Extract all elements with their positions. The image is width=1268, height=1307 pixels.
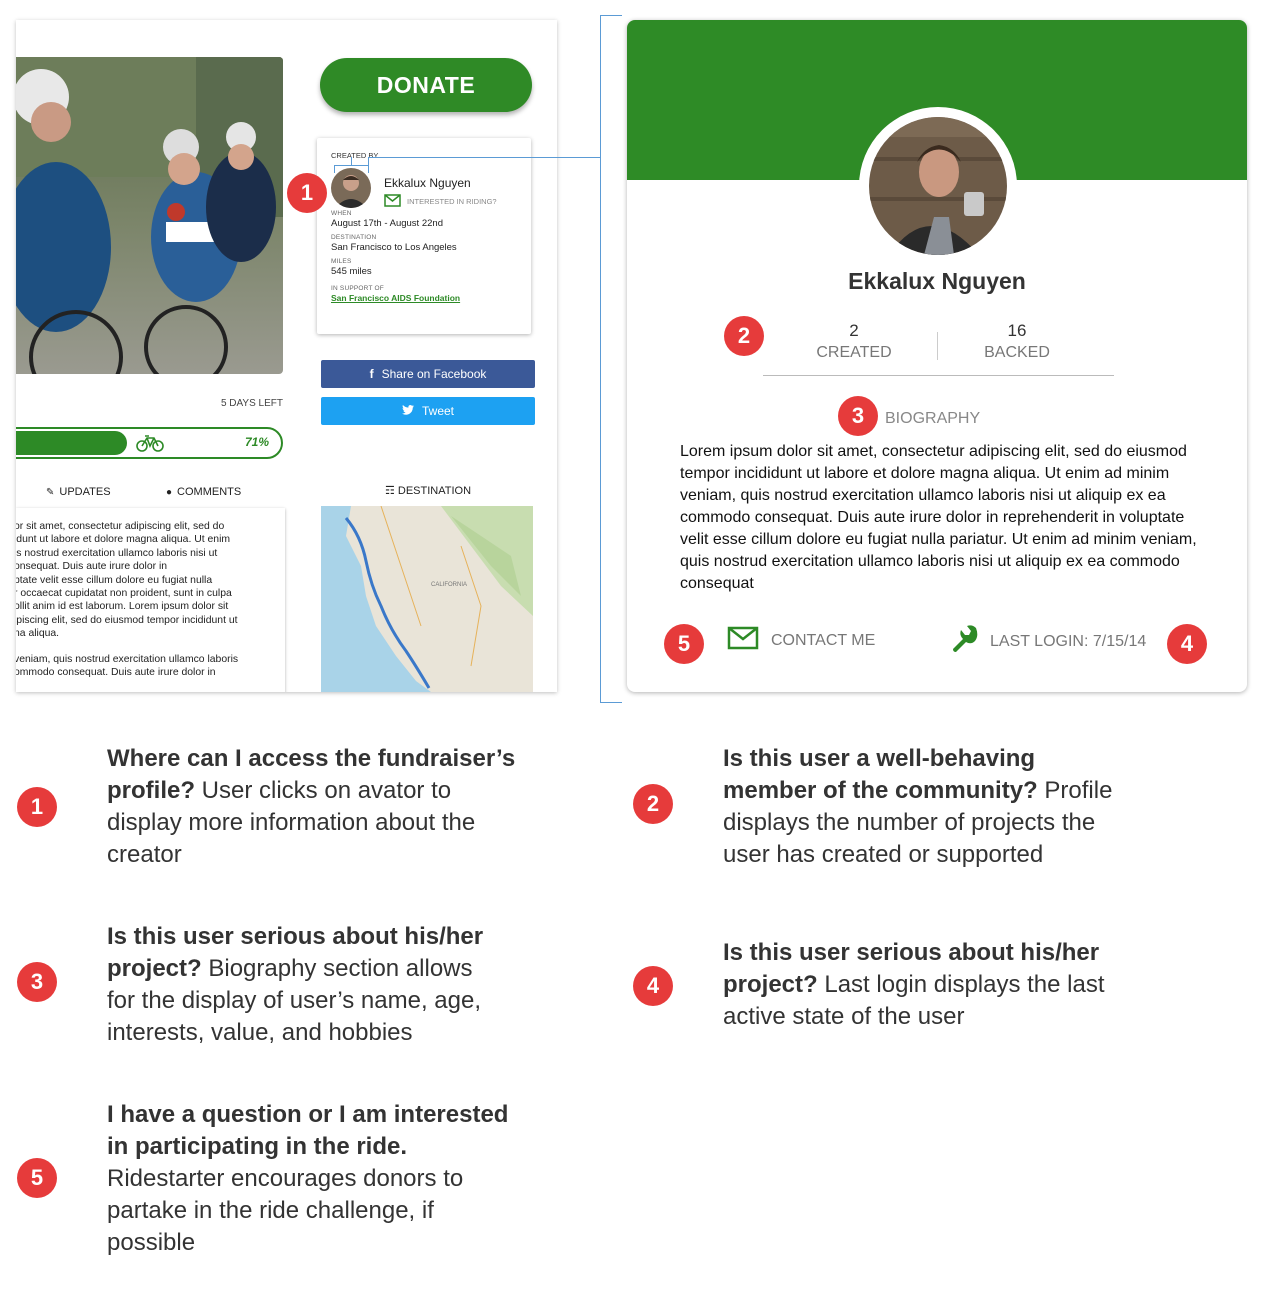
biography-label: BIOGRAPHY <box>885 410 981 427</box>
contact-me-label: CONTACT ME <box>771 631 876 649</box>
stats-separator <box>763 375 1114 376</box>
creator-profile-card: Ekkalux Nguyen 2 CREATED 16 BACKED BIOGR… <box>627 20 1247 692</box>
annotation-badge: 5 <box>17 1158 57 1198</box>
connector-tick-right <box>368 157 369 173</box>
tab-destination[interactable]: ☶ DESTINATION <box>321 484 535 497</box>
badge-3: 3 <box>838 396 878 436</box>
annotation-question: Is this user a well-behaving member of t… <box>723 745 1038 804</box>
fundraiser-page-mockup: 5 DAYS LEFT 71% ✎ UPDATES ● COMMENTS or … <box>16 20 557 692</box>
when-label: WHEN <box>331 210 352 217</box>
progress-fill <box>16 431 127 455</box>
facebook-icon: f <box>369 367 374 381</box>
annotation-1: Where can I access the fundraiser’s prof… <box>107 743 527 871</box>
badge-2: 2 <box>724 316 764 356</box>
annotation-badge: 1 <box>17 787 57 827</box>
badge-1: 1 <box>287 173 327 213</box>
connector-tick-left <box>334 165 335 173</box>
interested-label: INTERESTED IN RIDING? <box>407 197 497 206</box>
twitter-icon <box>401 404 414 418</box>
share-facebook-label: Share on Facebook <box>381 367 487 381</box>
stat-created-count: 2 <box>849 321 859 340</box>
miles-value: 545 miles <box>331 266 372 277</box>
profile-avatar <box>859 107 1017 265</box>
biography-text: Lorem ipsum dolor sit amet, consectetur … <box>680 443 1197 592</box>
wrench-icon <box>950 624 980 659</box>
annotation-2: Is this user a well-behaving member of t… <box>723 743 1133 871</box>
bicycle-icon <box>136 434 164 457</box>
connector-bracket-bottom <box>600 702 622 703</box>
envelope-icon <box>384 194 401 209</box>
destination-label: DESTINATION <box>331 234 377 241</box>
updates-paragraph: veniam, quis nostrud exercitation ullamc… <box>16 653 239 679</box>
connector-bracket-top <box>600 15 622 16</box>
profile-name: Ekkalux Nguyen <box>848 268 1026 294</box>
when-value: August 17th - August 22nd <box>331 218 443 229</box>
edit-icon: ✎ <box>46 486 55 498</box>
interested-in-riding-link[interactable]: INTERESTED IN RIDING? <box>384 194 497 209</box>
destination-value: San Francisco to Los Angeles <box>331 242 457 253</box>
updates-content: or sit amet, consectetur adipiscing elit… <box>16 508 285 692</box>
annotation-5: I have a question or I am interested in … <box>107 1099 517 1259</box>
tab-destination-label: DESTINATION <box>397 485 472 497</box>
tab-comments-label: COMMENTS <box>177 486 242 498</box>
connector-tick-mid <box>351 157 352 165</box>
creator-card: CREATED BY Ekkalux Nguyen INTERESTED IN … <box>317 138 531 334</box>
miles-label: MILES <box>331 258 352 265</box>
badge-4: 4 <box>1167 624 1207 664</box>
tab-updates[interactable]: ✎ UPDATES <box>46 486 111 498</box>
content-tabs: ✎ UPDATES ● COMMENTS <box>16 486 296 500</box>
stat-backed-label: BACKED <box>984 344 1050 361</box>
cyclists-photo <box>16 57 283 374</box>
envelope-icon <box>727 626 759 655</box>
creator-avatar[interactable] <box>331 168 371 208</box>
last-login-label: LAST LOGIN: 7/15/14 <box>990 632 1147 650</box>
annotation-4: Is this user serious about his/her proje… <box>723 937 1123 1033</box>
tab-updates-label: UPDATES <box>59 486 111 498</box>
funding-progress-bar: 71% <box>16 427 283 459</box>
badge-5: 5 <box>664 624 704 664</box>
days-left: 5 DAYS LEFT <box>220 398 283 409</box>
tweet-button[interactable]: Tweet <box>321 397 535 425</box>
connector-line <box>369 157 600 158</box>
connector-tick-top <box>334 165 368 166</box>
stat-backed: 16 BACKED <box>947 321 1087 362</box>
created-by-label: CREATED BY <box>331 151 379 160</box>
stat-backed-count: 16 <box>1007 321 1027 340</box>
map-state-label: CALIFORNIA <box>431 582 467 588</box>
signpost-icon: ☶ <box>384 485 395 497</box>
tweet-label: Tweet <box>421 404 454 418</box>
stat-created-label: CREATED <box>816 344 892 361</box>
annotation-badge: 3 <box>17 962 57 1002</box>
creator-name[interactable]: Ekkalux Nguyen <box>384 176 471 190</box>
share-facebook-button[interactable]: f Share on Facebook <box>321 360 535 388</box>
annotation-badge: 4 <box>633 966 673 1006</box>
annotation-badge: 2 <box>633 784 673 824</box>
annotation-3: Is this user serious about his/her proje… <box>107 921 507 1049</box>
updates-paragraph: or sit amet, consectetur adipiscing elit… <box>16 521 238 640</box>
charity-link[interactable]: San Francisco AIDS Foundation <box>331 293 517 303</box>
stat-created: 2 CREATED <box>784 321 924 362</box>
contact-me-button[interactable]: CONTACT ME <box>727 626 875 655</box>
donate-button[interactable]: DONATE <box>320 58 532 112</box>
stats-divider <box>937 332 938 360</box>
annotation-question: I have a question or I am interested in … <box>107 1101 509 1160</box>
connector-bracket <box>600 15 601 703</box>
tab-comments[interactable]: ● COMMENTS <box>166 486 241 498</box>
support-label: IN SUPPORT OF <box>331 285 384 292</box>
annotation-answer: Ridestarter encourages donors to partake… <box>107 1165 464 1256</box>
comment-icon: ● <box>166 486 173 498</box>
last-login: LAST LOGIN: 7/15/14 <box>950 624 1146 659</box>
route-map[interactable]: CALIFORNIA <box>321 506 533 692</box>
progress-percent: 71% <box>244 435 269 449</box>
